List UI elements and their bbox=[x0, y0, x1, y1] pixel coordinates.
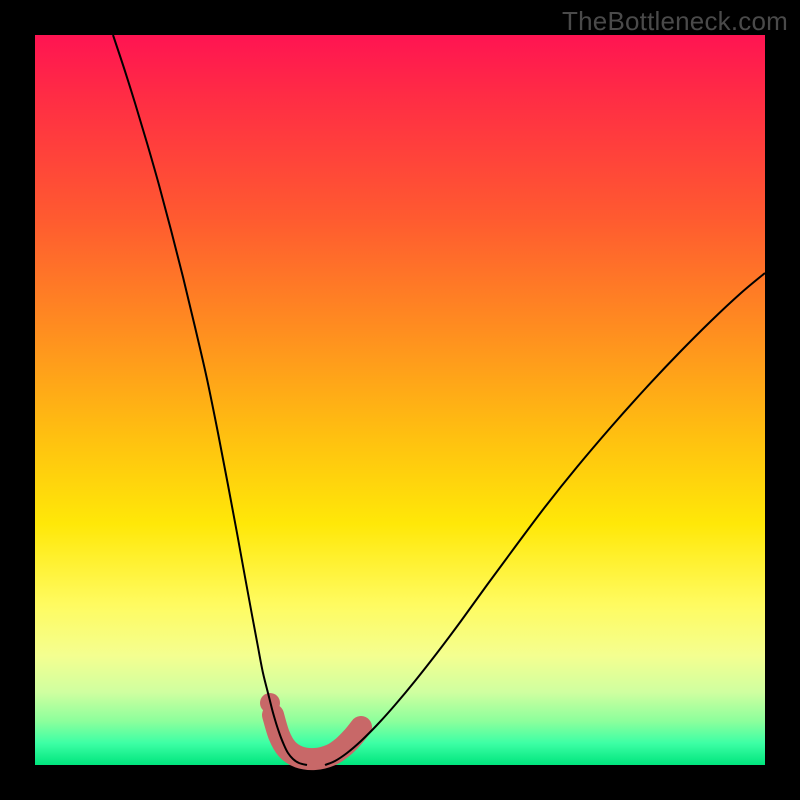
right-curve bbox=[325, 273, 765, 765]
curves-svg bbox=[35, 35, 765, 765]
left-curve bbox=[113, 35, 307, 765]
chart-frame: TheBottleneck.com bbox=[0, 0, 800, 800]
watermark-text: TheBottleneck.com bbox=[562, 6, 788, 37]
plot-area bbox=[35, 35, 765, 765]
